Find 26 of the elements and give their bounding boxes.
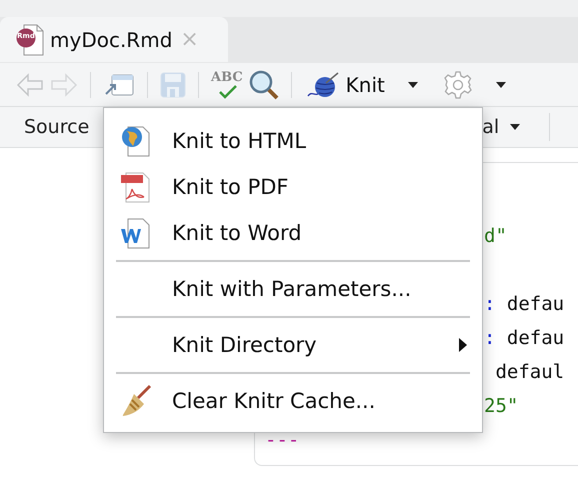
- popout-window-icon[interactable]: [103, 72, 135, 96]
- caret-icon[interactable]: [406, 80, 419, 88]
- caret-icon[interactable]: [509, 123, 522, 131]
- code-line: : defau: [484, 326, 564, 351]
- globe-document-icon: [120, 125, 152, 157]
- knit-button[interactable]: Knit: [306, 70, 385, 98]
- menu-item[interactable]: Knit to PDF: [104, 164, 482, 210]
- source-button[interactable]: Source: [24, 116, 90, 138]
- code-line: 25": [484, 394, 518, 419]
- code-line: d": [484, 224, 507, 249]
- tab-title: myDoc.Rmd: [50, 28, 172, 52]
- menu-item[interactable]: Clear Knitr Cache...: [104, 378, 482, 424]
- yarn-ball-icon: [306, 70, 340, 98]
- menu-item[interactable]: Knit to HTML: [104, 118, 482, 164]
- menu-item[interactable]: Knit to Word: [104, 210, 482, 256]
- menu-item[interactable]: Knit with Parameters...: [104, 266, 482, 312]
- visual-mode-label[interactable]: al: [482, 116, 500, 138]
- code-line: : defau: [484, 292, 564, 317]
- submenu-arrow-icon: [458, 337, 468, 353]
- code-line: ---: [265, 428, 300, 453]
- search-icon[interactable]: [248, 70, 279, 100]
- caret-icon[interactable]: [494, 80, 507, 88]
- broom-icon: [120, 384, 154, 418]
- settings-icon[interactable]: [442, 70, 473, 100]
- code-line: defaul: [494, 360, 564, 385]
- menu-item[interactable]: Knit Directory: [104, 322, 482, 368]
